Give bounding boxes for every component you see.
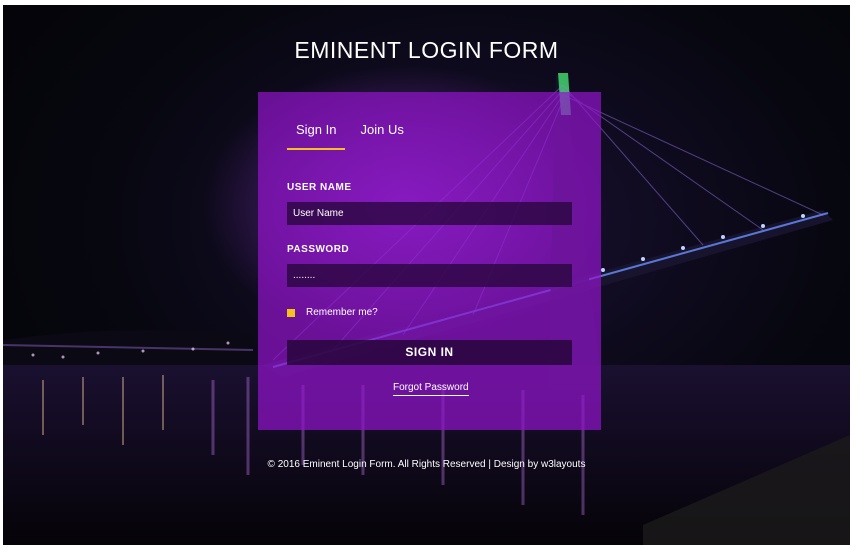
remember-me-checkbox[interactable]: Remember me? — [287, 307, 378, 318]
login-page: EMINENT LOGIN FORM Sign In Join Us USER … — [3, 5, 850, 545]
password-label: PASSWORD — [287, 244, 350, 255]
sign-in-button[interactable]: SIGN IN — [287, 340, 572, 365]
checkbox-icon[interactable] — [287, 308, 295, 317]
page-title: EMINENT LOGIN FORM — [294, 37, 559, 63]
username-label: USER NAME — [287, 182, 352, 193]
tab-bar: Sign In Join Us — [287, 118, 413, 150]
tab-join-us[interactable]: Join Us — [351, 118, 412, 148]
remember-me-label: Remember me? — [306, 307, 378, 318]
login-panel: Sign In Join Us USER NAME PASSWORD Remem… — [258, 92, 601, 430]
tab-sign-in[interactable]: Sign In — [287, 118, 346, 150]
footer-copyright: © 2016 Eminent Login Form. All Rights Re… — [267, 459, 586, 470]
username-field[interactable] — [287, 202, 572, 225]
forgot-password-link[interactable]: Forgot Password — [393, 382, 469, 396]
password-field[interactable] — [287, 264, 572, 287]
